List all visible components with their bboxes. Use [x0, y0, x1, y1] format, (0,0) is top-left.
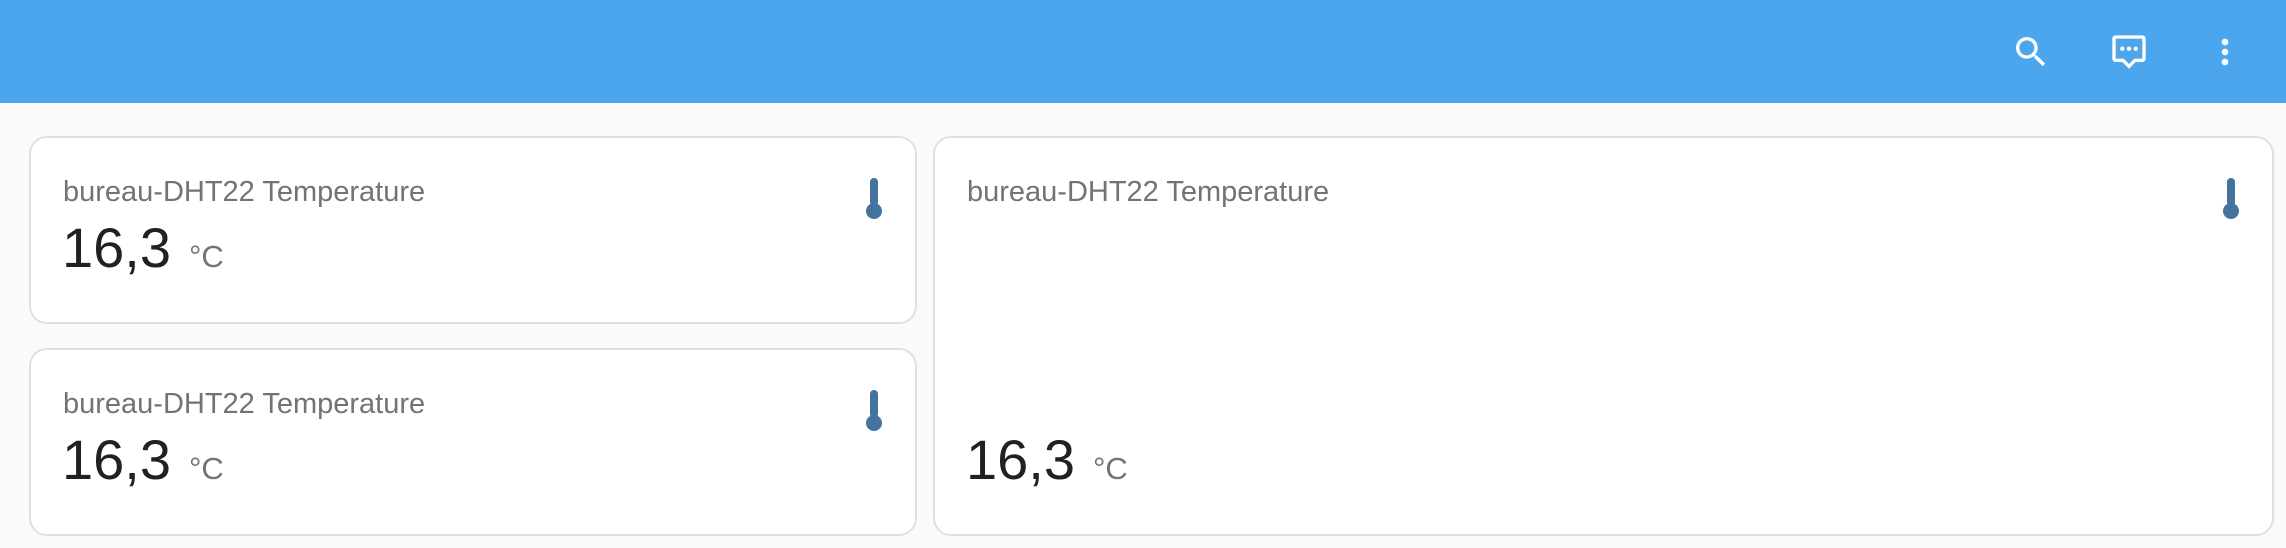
card-title: bureau-DHT22 Temperature	[63, 176, 426, 208]
more-vertical-icon	[2221, 38, 2229, 66]
thermometer-icon	[854, 386, 894, 434]
sensor-unit: °C	[189, 451, 224, 486]
assist-chat-icon	[2112, 35, 2146, 69]
more-options-button[interactable]	[2193, 20, 2257, 84]
sensor-state: 16,3	[62, 216, 171, 279]
sensor-card[interactable]: bureau-DHT22 Temperature 16,3 °C	[29, 348, 917, 536]
card-value: 16,3 °C	[62, 220, 224, 276]
search-icon	[2016, 37, 2046, 67]
search-button[interactable]	[1999, 20, 2063, 84]
sensor-state: 16,3	[966, 428, 1075, 491]
sensor-unit: °C	[189, 239, 224, 274]
sensor-card-large[interactable]: bureau-DHT22 Temperature 16,3 °C	[933, 136, 2274, 536]
app-toolbar	[0, 0, 2286, 103]
card-title: bureau-DHT22 Temperature	[63, 388, 426, 420]
thermometer-icon	[854, 174, 894, 222]
sensor-state: 16,3	[62, 428, 171, 491]
card-title: bureau-DHT22 Temperature	[967, 176, 1330, 208]
card-value: 16,3 °C	[62, 432, 224, 488]
assist-button[interactable]	[2097, 20, 2161, 84]
sensor-card[interactable]: bureau-DHT22 Temperature 16,3 °C	[29, 136, 917, 324]
sensor-unit: °C	[1093, 451, 1128, 486]
card-value: 16,3 °C	[966, 432, 1128, 488]
thermometer-icon	[2211, 174, 2251, 222]
